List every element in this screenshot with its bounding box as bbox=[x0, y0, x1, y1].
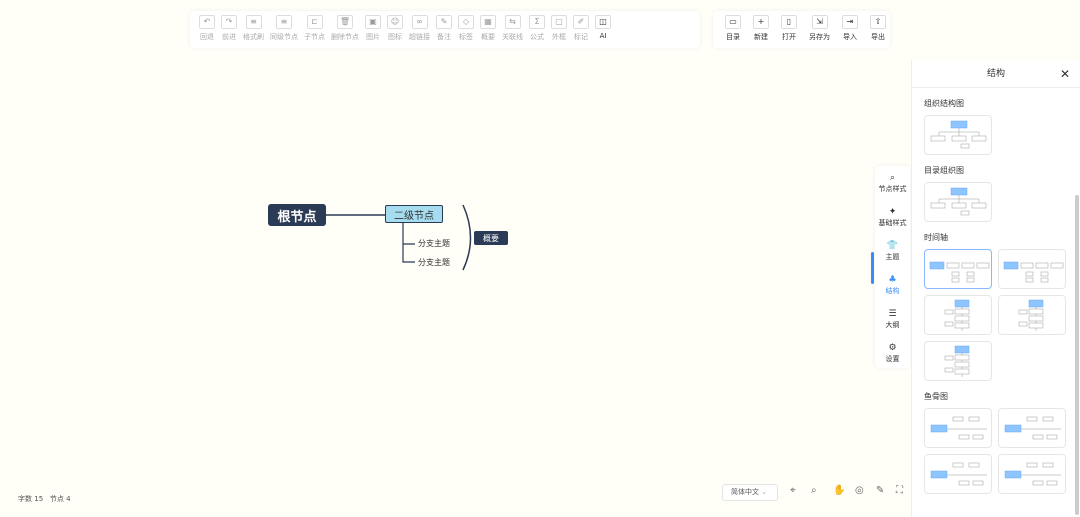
sidebar-tabs: ⌕ 节点样式 ✦ 基础样式 👕 主题 ♣ 结构 ☰ 大纲 ⚙ 设置 bbox=[875, 166, 910, 368]
node-count: 4 bbox=[66, 495, 71, 503]
tab-label: 结构 bbox=[885, 286, 900, 295]
filebar-icon: ⇧ bbox=[870, 15, 886, 29]
layout-org-chart[interactable] bbox=[924, 115, 992, 155]
summary-node[interactable]: 概要 bbox=[474, 231, 508, 245]
panel-title: 结构 bbox=[986, 69, 1005, 79]
tab-label: 大纲 bbox=[885, 320, 900, 329]
layout-fishbone-2[interactable] bbox=[998, 408, 1066, 448]
tab-label: 主题 bbox=[885, 252, 900, 261]
branch-node[interactable]: 分支主题 bbox=[418, 238, 450, 249]
layout-timeline-5[interactable] bbox=[924, 341, 992, 381]
tab-icon: ☰ bbox=[888, 308, 897, 319]
tab-icon: ✦ bbox=[888, 206, 897, 217]
structure-panel: 结构 ✕ 组织结构图 目录组织图 时间轴 鱼骨图 bbox=[911, 60, 1080, 517]
sidebar-tab-3[interactable]: ♣ 结构 bbox=[875, 268, 910, 302]
sidebar-tab-1[interactable]: ✦ 基础样式 bbox=[875, 200, 910, 234]
layout-fishbone-1[interactable] bbox=[924, 408, 992, 448]
navigator-icon[interactable]: ◎ bbox=[855, 485, 864, 496]
sidebar-tab-2[interactable]: 👕 主题 bbox=[875, 234, 910, 268]
button-label: 导出 bbox=[871, 33, 885, 41]
root-node[interactable]: 根节点 bbox=[268, 204, 326, 226]
layout-catalog[interactable] bbox=[924, 182, 992, 222]
language-select[interactable]: 简体中文 ⌄ bbox=[722, 484, 778, 501]
hand-drag-icon[interactable]: ✋ bbox=[833, 485, 845, 496]
edit-icon[interactable]: ✎ bbox=[876, 485, 884, 496]
layout-timeline-3[interactable] bbox=[924, 295, 992, 335]
node-count-label: 节点 bbox=[49, 495, 64, 503]
layout-timeline-2[interactable] bbox=[998, 249, 1066, 289]
sidebar-tab-5[interactable]: ⚙ 设置 bbox=[875, 336, 910, 370]
word-count-label: 字数 bbox=[18, 495, 32, 503]
layout-fishbone-4[interactable] bbox=[998, 454, 1066, 494]
status-bar: 字数 15 节点 4 bbox=[18, 494, 71, 504]
sidebar-tab-4[interactable]: ☰ 大纲 bbox=[875, 302, 910, 336]
language-value: 简体中文 bbox=[731, 488, 759, 496]
tab-label: 设置 bbox=[885, 354, 900, 363]
sidebar-tab-0[interactable]: ⌕ 节点样式 bbox=[875, 166, 910, 200]
section-catalog: 目录组织图 bbox=[924, 166, 964, 175]
tab-icon: ⚙ bbox=[888, 342, 897, 353]
close-icon[interactable]: ✕ bbox=[1060, 60, 1070, 88]
layout-timeline-4[interactable] bbox=[998, 295, 1066, 335]
branch-node[interactable]: 分支主题 bbox=[418, 257, 450, 268]
fullscreen-icon[interactable]: ⛶ bbox=[896, 485, 903, 496]
layout-fishbone-3[interactable] bbox=[924, 454, 992, 494]
search-icon[interactable]: ⌕ bbox=[811, 485, 817, 496]
tab-indicator bbox=[871, 252, 874, 284]
layout-timeline-1[interactable] bbox=[924, 249, 992, 289]
panel-scrollbar[interactable] bbox=[1075, 195, 1079, 515]
chevron-down-icon: ⌄ bbox=[761, 488, 768, 496]
tab-label: 基础样式 bbox=[878, 218, 907, 227]
tab-label: 节点样式 bbox=[878, 184, 907, 193]
tab-icon: ♣ bbox=[888, 274, 897, 285]
locate-icon[interactable]: ⌖ bbox=[790, 485, 796, 496]
toolbar-button-5[interactable]: ⇧ 导出 bbox=[870, 15, 886, 42]
section-org: 组织结构图 bbox=[924, 99, 964, 108]
word-count: 15 bbox=[34, 495, 44, 503]
section-timeline: 时间轴 bbox=[924, 233, 948, 242]
section-fishbone: 鱼骨图 bbox=[924, 392, 948, 401]
tab-icon: ⌕ bbox=[889, 172, 896, 183]
second-level-node[interactable]: 二级节点 bbox=[385, 205, 443, 223]
tab-icon: 👕 bbox=[886, 240, 899, 251]
